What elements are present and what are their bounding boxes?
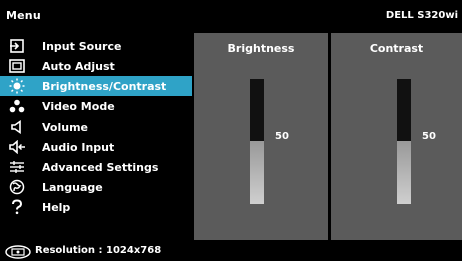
status-bar: Resolution : 1024x768 — [0, 240, 462, 261]
resolution-icon — [5, 244, 31, 259]
menu-item-brightness-contrast[interactable]: Brightness/Contrast — [0, 76, 192, 96]
menu-item-video-mode[interactable]: Video Mode — [0, 96, 192, 116]
contrast-title: Contrast — [369, 42, 424, 55]
menu-item-label: Audio Input — [42, 141, 115, 154]
menu-item-auto-adjust[interactable]: Auto Adjust — [0, 56, 192, 76]
contrast-slider-fill — [397, 141, 411, 204]
audio-input-icon — [6, 137, 28, 157]
brightness-slider[interactable] — [250, 79, 264, 204]
title-bar: Menu DELL S320wi — [0, 0, 462, 33]
resolution-text: Resolution : 1024x768 — [35, 245, 162, 256]
menu-item-help[interactable]: Help — [0, 197, 192, 217]
menu-item-input-source[interactable]: Input Source — [0, 36, 192, 56]
advanced-settings-icon — [6, 157, 28, 177]
menu-item-label: Brightness/Contrast — [42, 80, 167, 93]
brightness-slider-fill — [250, 141, 264, 204]
menu-item-label: Help — [42, 201, 71, 214]
video-mode-icon — [6, 96, 28, 116]
brightness-value: 50 — [275, 131, 289, 142]
brightness-icon — [6, 76, 28, 96]
menu-item-language[interactable]: Language — [0, 177, 192, 197]
menu-item-label: Volume — [42, 121, 88, 134]
osd-menu: Menu DELL S320wi Input Source Auto Adjus… — [0, 0, 462, 261]
contrast-slider-track — [397, 79, 411, 141]
language-icon — [6, 177, 28, 197]
menu-item-label: Video Mode — [42, 100, 115, 113]
volume-icon — [6, 117, 28, 137]
menu-item-audio-input[interactable]: Audio Input — [0, 137, 192, 157]
brightness-slider-track — [250, 79, 264, 141]
contrast-panel: Contrast 50 — [331, 33, 462, 240]
menu-item-label: Auto Adjust — [42, 60, 115, 73]
auto-adjust-icon — [6, 56, 28, 76]
brightness-title: Brightness — [227, 42, 295, 55]
menu-title: Menu — [6, 9, 41, 22]
model-name: DELL S320wi — [385, 10, 458, 21]
contrast-slider[interactable] — [397, 79, 411, 204]
input-source-icon — [6, 36, 28, 56]
contrast-value: 50 — [422, 131, 436, 142]
menu-item-advanced-settings[interactable]: Advanced Settings — [0, 157, 192, 177]
menu-item-volume[interactable]: Volume — [0, 117, 192, 137]
help-icon — [6, 197, 28, 217]
menu-item-label: Language — [42, 181, 103, 194]
brightness-panel: Brightness 50 — [194, 33, 328, 240]
menu-item-label: Advanced Settings — [42, 161, 159, 174]
menu-item-label: Input Source — [42, 40, 122, 53]
main-menu: Input Source Auto Adjust Brightness/Cont… — [0, 33, 192, 240]
